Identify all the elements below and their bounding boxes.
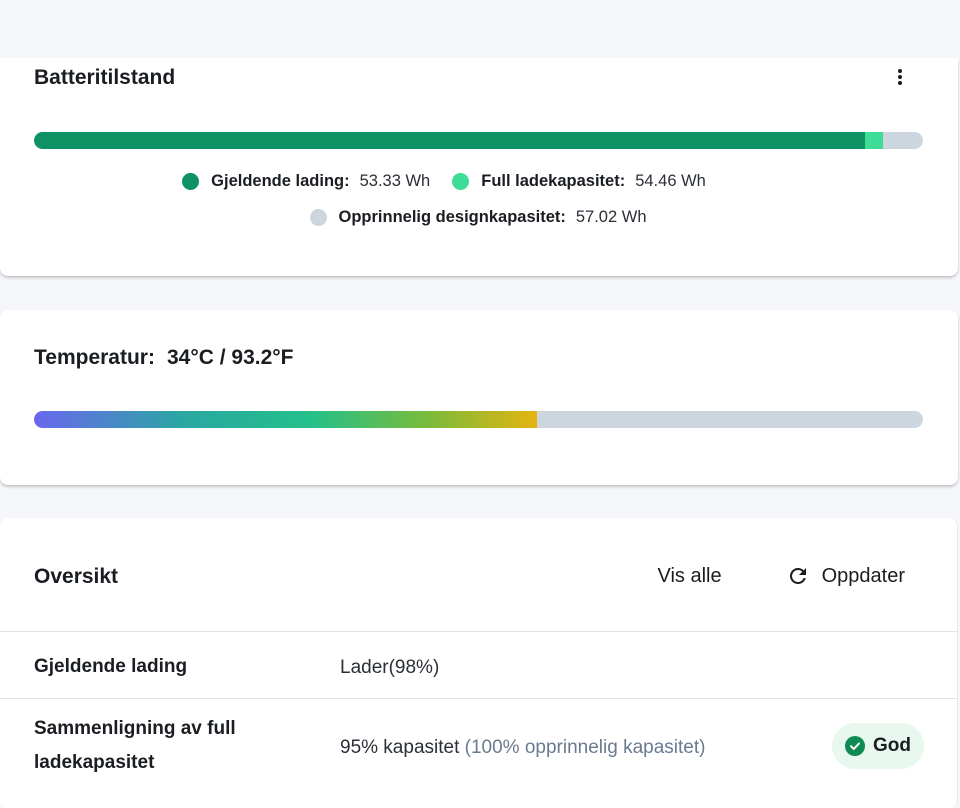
- temperature-bar: [34, 411, 923, 428]
- refresh-icon: [789, 568, 806, 584]
- capacity-value: 95% kapasitet: [340, 737, 460, 758]
- view-all-label: Vis alle: [657, 564, 722, 587]
- battery-card: Batteritilstand Gjeldende lading: 53.33 …: [0, 58, 958, 276]
- row-divider: [0, 698, 958, 699]
- overview-actions: Vis alle Oppdater: [657, 564, 905, 588]
- legend-current-charge: Gjeldende lading: 53.33 Wh: [182, 172, 430, 191]
- legend-value: 53.33 Wh: [359, 172, 431, 190]
- temperature-card: Temperatur: 34°C / 93.2°F: [0, 310, 958, 485]
- battery-legend-row: Gjeldende lading: 53.33 Wh Full ladekapa…: [0, 172, 958, 191]
- battery-legend-row: Opprinnelig designkapasitet: 57.02 Wh: [0, 208, 958, 227]
- check-circle-icon: [845, 736, 865, 756]
- battery-title: Batteritilstand: [34, 66, 176, 89]
- temperature-label: Temperatur:: [34, 346, 155, 369]
- row-label-current-charge: Gjeldende lading: [34, 656, 188, 677]
- legend-dot-design: [309, 209, 327, 226]
- legend-dot-current: [182, 173, 200, 190]
- battery-capacity-bar: [34, 132, 923, 149]
- row-value-capacity-comparison: 95% kapasitet (100% opprinnelig kapasite…: [340, 737, 705, 759]
- refresh-label: Oppdater: [821, 564, 905, 587]
- overview-title: Oversikt: [34, 565, 119, 588]
- legend-full-capacity: Full ladekapasitet: 54.46 Wh: [452, 172, 706, 191]
- current-charge-fill: [34, 132, 866, 149]
- refresh-button[interactable]: Oppdater: [786, 564, 905, 588]
- status-badge-label: God: [873, 735, 911, 756]
- row-label-capacity-comparison: Sammenligning av full ladekapasitet: [34, 718, 236, 773]
- legend-value: 54.46 Wh: [635, 172, 706, 190]
- capacity-note: (100% opprinnelig kapasitet): [464, 737, 706, 758]
- view-all-button[interactable]: Vis alle: [657, 565, 721, 588]
- row-divider: [0, 631, 958, 632]
- legend-label: Opprinnelig designkapasitet:: [338, 208, 566, 226]
- more-vert-icon[interactable]: [890, 67, 910, 87]
- temperature-fill: [34, 411, 538, 428]
- legend-dot-full: [452, 173, 470, 190]
- legend-label: Gjeldende lading:: [211, 172, 350, 190]
- top-spacer: [0, 0, 960, 66]
- overview-card: Oversikt Vis alle Oppdater Gjeldende lad…: [0, 518, 958, 808]
- row-value-current-charge: Lader(98%): [340, 657, 440, 678]
- legend-design-capacity: Opprinnelig designkapasitet: 57.02 Wh: [309, 208, 647, 227]
- legend-value: 57.02 Wh: [575, 208, 647, 226]
- legend-label: Full ladekapasitet:: [481, 172, 626, 190]
- status-badge: God: [832, 723, 924, 769]
- temperature-value: 34°C / 93.2°F: [166, 346, 294, 369]
- temperature-title: Temperatur: 34°C / 93.2°F: [34, 346, 294, 370]
